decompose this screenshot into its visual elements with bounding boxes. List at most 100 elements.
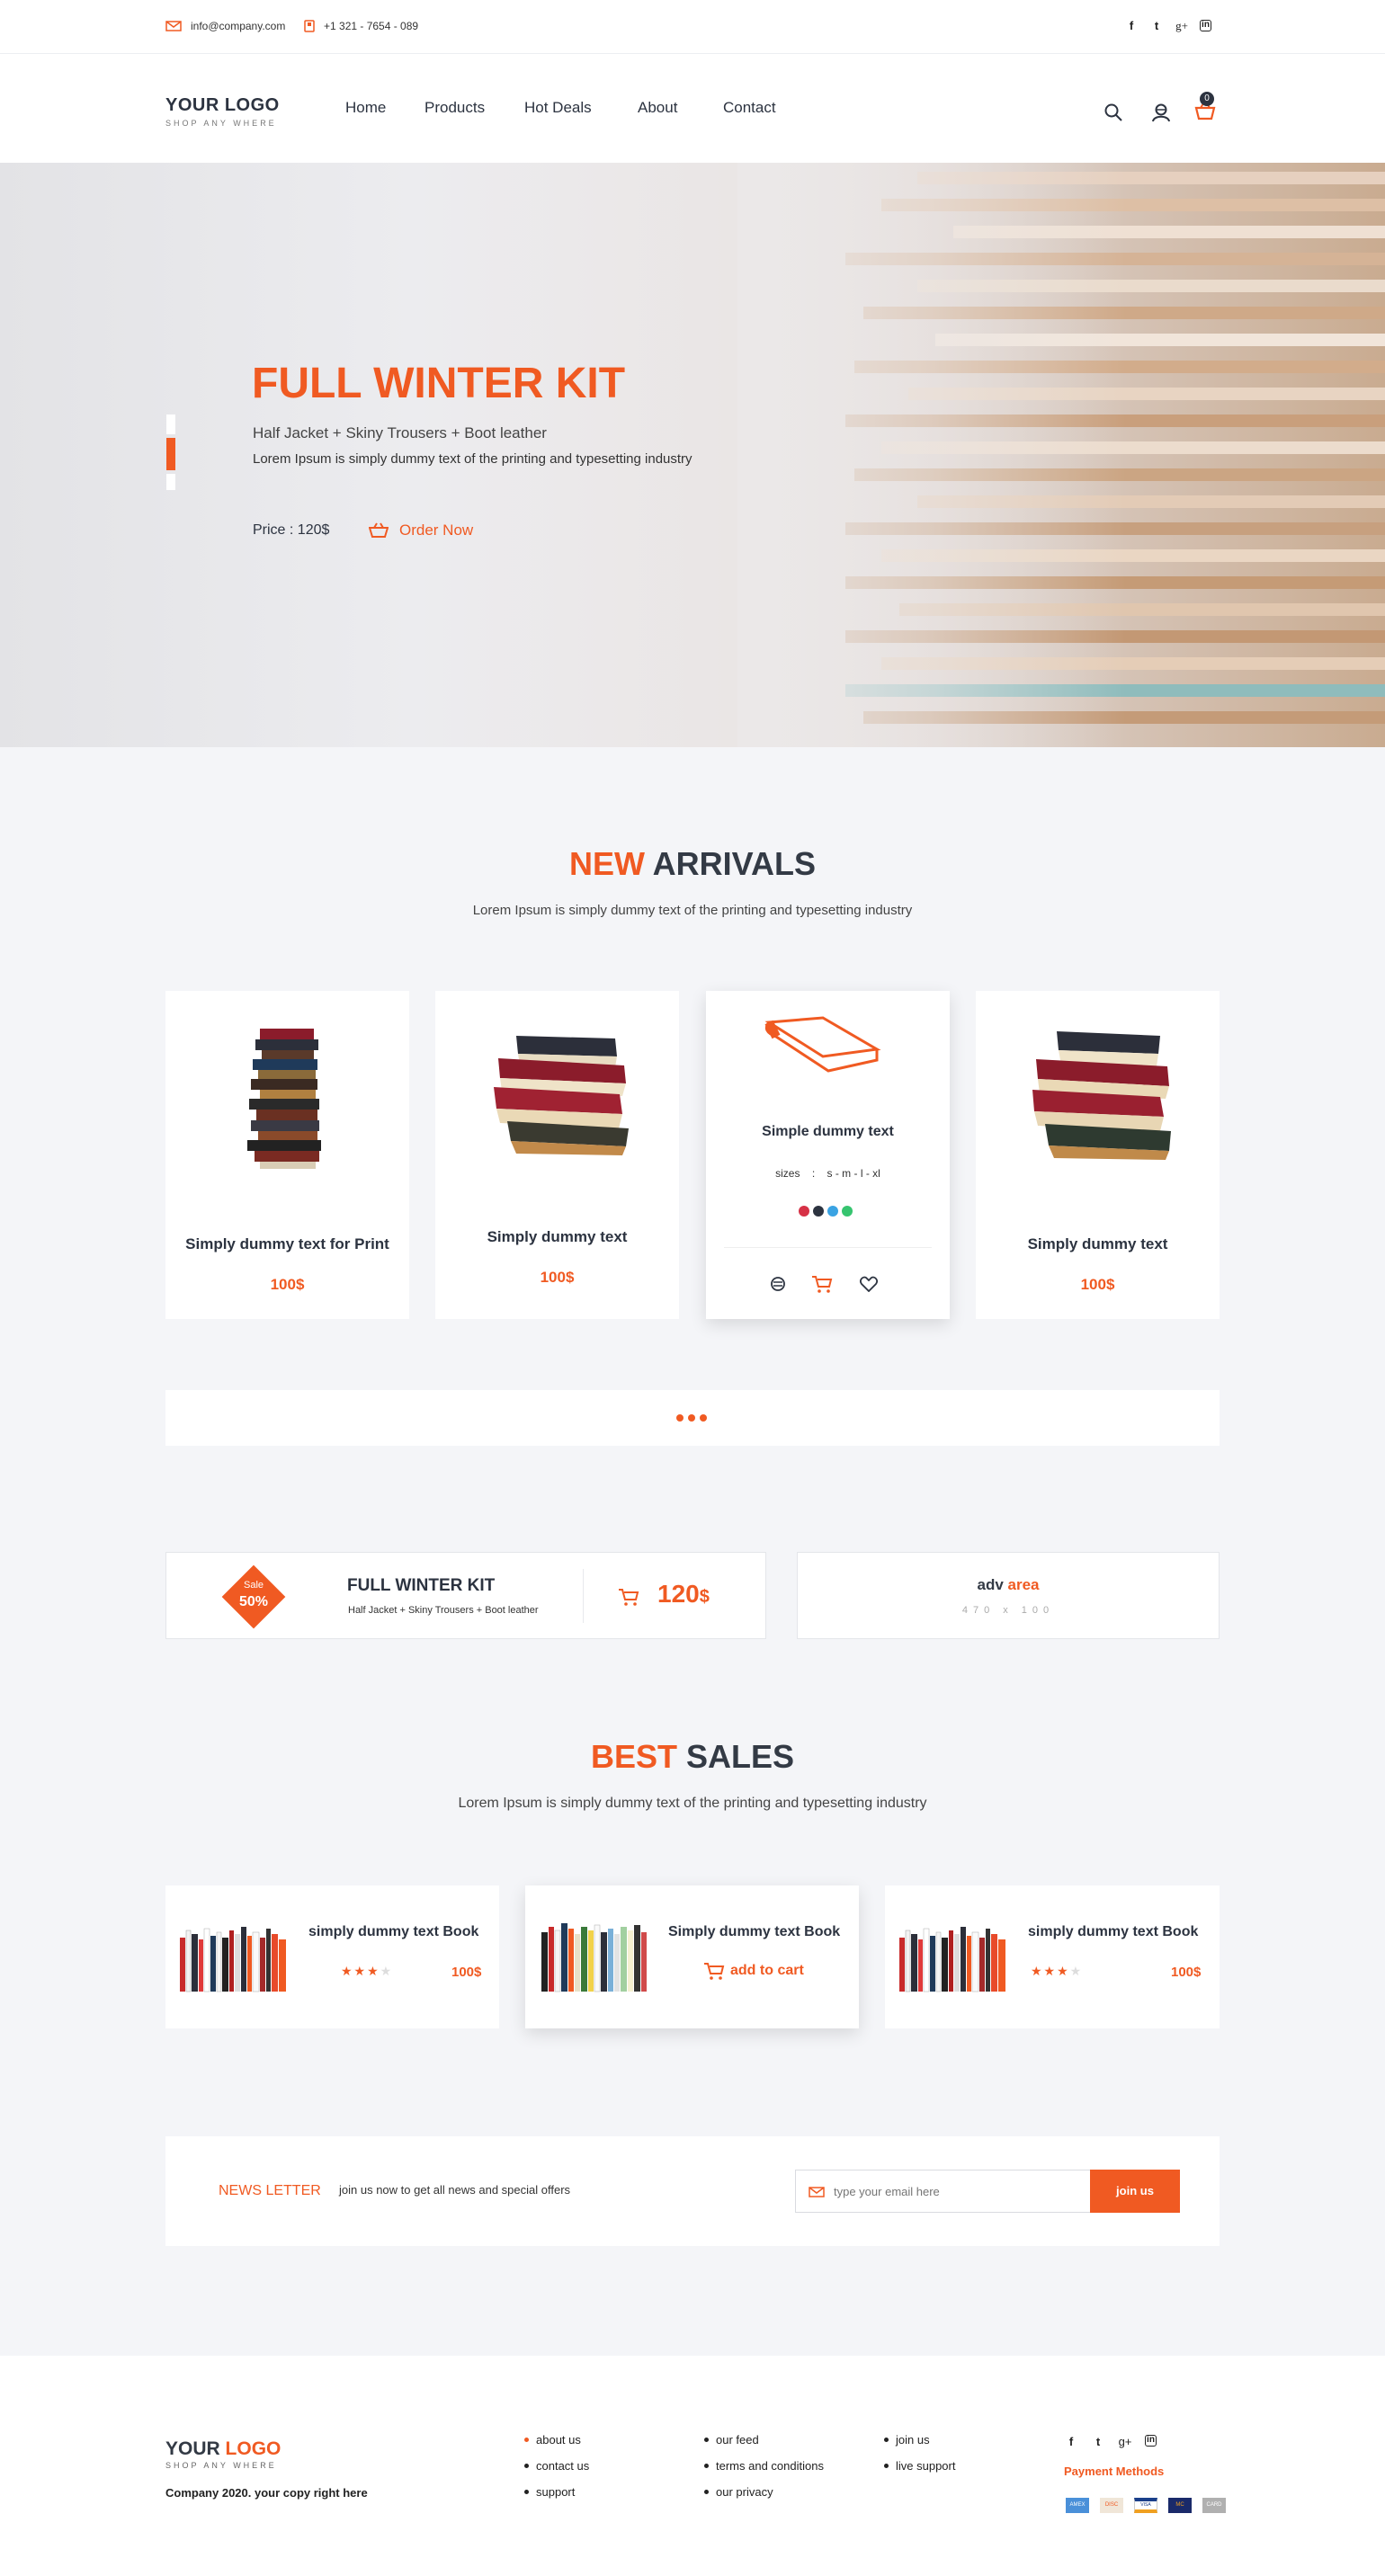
footer-link-text: terms and conditions [716, 2459, 824, 2473]
best-sale-card[interactable]: simply dummy text Book ★★★★ 100$ [885, 1885, 1220, 2028]
color-swatch-green[interactable] [842, 1206, 853, 1217]
google-plus-icon[interactable]: g+ [1118, 2435, 1132, 2448]
email-text: info@company.com [191, 20, 286, 32]
sizes-values[interactable]: s - m - l - xl [827, 1167, 880, 1180]
promo-title: FULL WINTER KIT [347, 1576, 496, 1595]
payment-icons: AMEX DISC VISA MC CARD [1066, 2498, 1226, 2513]
footer-link-text: about us [536, 2433, 581, 2447]
footer-link-text: live support [896, 2459, 956, 2473]
hero-books-image [737, 163, 1385, 747]
logo[interactable]: YOUR LOGO SHOP ANY WHERE [165, 95, 280, 128]
footer-link[interactable]: live support [884, 2459, 955, 2473]
add-to-cart-icon [704, 1963, 725, 1980]
newsletter-text: join us now to get all news and special … [339, 2183, 571, 2197]
new-arrivals-title-rest: ARRIVALS [652, 845, 816, 882]
instagram-icon[interactable]: in [1145, 2435, 1157, 2447]
hero-banner: FULL WINTER KIT Half Jacket + Skiny Trou… [0, 163, 1385, 747]
best-sale-title[interactable]: Simply dummy text Book [668, 1924, 840, 1940]
twitter-icon[interactable]: t [1149, 19, 1164, 33]
contact-phone[interactable]: +1 321 - 7654 - 089 [304, 20, 418, 32]
hero-description: Lorem Ipsum is simply dummy text of the … [253, 451, 692, 467]
heart-icon[interactable] [860, 1276, 878, 1292]
footer-link-text: support [536, 2485, 576, 2499]
newsletter-email-input[interactable] [834, 2179, 1081, 2203]
facebook-icon[interactable]: f [1124, 19, 1139, 33]
hero-title: FULL WINTER KIT [252, 360, 626, 407]
footer-link[interactable]: contact us [524, 2459, 589, 2473]
add-to-cart-icon[interactable] [811, 1274, 833, 1294]
star-rating: ★★★★ [1031, 1964, 1084, 1978]
order-now-label: Order Now [399, 521, 474, 539]
twitter-icon[interactable]: t [1091, 2435, 1105, 2448]
color-swatch-red[interactable] [799, 1206, 809, 1217]
color-swatch-dark[interactable] [813, 1206, 824, 1217]
carousel-pager [165, 1390, 1220, 1446]
product-sizes: sizes : s - m - l - xl [706, 1167, 950, 1180]
nav-home[interactable]: Home [345, 99, 386, 117]
pager-dot[interactable] [676, 1414, 684, 1422]
product-card-active[interactable]: Simple dummy text sizes : s - m - l - xl [706, 991, 950, 1319]
book-stack-tall-image [247, 1029, 321, 1169]
footer-logo[interactable]: YOUR LOGO [165, 2438, 281, 2460]
pager-dot[interactable] [700, 1414, 707, 1422]
product-title[interactable]: Simply dummy text [976, 1235, 1220, 1253]
promo-price-value: 120 [657, 1580, 700, 1608]
compare-icon[interactable] [769, 1275, 787, 1293]
best-sale-card[interactable]: simply dummy text Book ★★★★ 100$ [165, 1885, 499, 2028]
footer-link[interactable]: join us [884, 2433, 955, 2447]
sizes-separator: : [811, 1167, 816, 1180]
footer-link[interactable]: about us [524, 2433, 589, 2447]
book-shelf-image [180, 1927, 286, 1992]
footer-link[interactable]: support [524, 2485, 589, 2499]
product-title[interactable]: Simple dummy text [706, 1124, 950, 1140]
join-us-button[interactable]: join us [1090, 2170, 1180, 2213]
pager-dot[interactable] [688, 1414, 695, 1422]
search-icon[interactable] [1104, 103, 1122, 121]
adv-area[interactable]: adv area 470 x 100 [797, 1552, 1220, 1639]
footer-link-text: our privacy [716, 2485, 773, 2499]
product-price: 100$ [540, 1269, 575, 1286]
cart-icon[interactable] [618, 1587, 639, 1607]
color-swatches [799, 1206, 853, 1217]
footer-link[interactable]: our feed [704, 2433, 824, 2447]
sale-promo-card[interactable]: Sale 50% FULL WINTER KIT Half Jacket + S… [165, 1552, 766, 1639]
newsletter-section: NEWS LETTER join us now to get all news … [165, 2136, 1220, 2246]
product-title[interactable]: Simply dummy text for Print [165, 1235, 409, 1253]
cart-button[interactable]: 0 [1194, 92, 1216, 127]
instagram-icon[interactable]: in [1200, 20, 1211, 31]
footer-link[interactable]: our privacy [704, 2485, 824, 2499]
promo-subtitle: Half Jacket + Skiny Trousers + Boot leat… [348, 1605, 539, 1616]
best-sale-card-active[interactable]: Simply dummy text Book add to cart [525, 1885, 859, 2028]
newsletter-email-field[interactable] [795, 2170, 1091, 2213]
add-to-cart-button[interactable]: add to cart [703, 1961, 804, 1981]
color-swatch-blue[interactable] [827, 1206, 838, 1217]
nav-hot-deals[interactable]: Hot Deals [524, 99, 592, 117]
product-card[interactable]: Simply dummy text for Print 100$ [165, 991, 409, 1319]
user-icon[interactable] [1151, 103, 1171, 122]
contact-email[interactable]: info@company.com [165, 20, 285, 32]
hero-slide-indicator[interactable] [166, 414, 175, 495]
new-arrivals-title: NEW ARRIVALS [0, 845, 1385, 883]
product-card[interactable]: Simply dummy text 100$ [435, 991, 679, 1319]
book-shelf-image [899, 1927, 1005, 1992]
phone-text: +1 321 - 7654 - 089 [324, 20, 419, 32]
product-card[interactable]: Simply dummy text 100$ [976, 991, 1220, 1319]
product-title[interactable]: Simply dummy text [435, 1228, 679, 1246]
sale-badge-value: 50% [238, 1594, 269, 1609]
best-sale-title[interactable]: simply dummy text Book [308, 1924, 478, 1940]
nav-products[interactable]: Products [424, 99, 485, 117]
nav-about[interactable]: About [638, 99, 677, 117]
google-plus-icon[interactable]: g+ [1175, 19, 1189, 33]
mail-icon [809, 2187, 825, 2197]
promo-price-currency: $ [699, 1587, 710, 1607]
best-sale-title[interactable]: simply dummy text Book [1028, 1924, 1198, 1940]
newsletter-label: NEWS LETTER [219, 2183, 321, 2198]
new-arrivals-subtitle: Lorem Ipsum is simply dummy text of the … [472, 903, 913, 918]
logo-title: YOUR LOGO [165, 95, 280, 115]
order-now-button[interactable]: Order Now [369, 521, 473, 539]
nav-contact[interactable]: Contact [723, 99, 776, 117]
footer-link[interactable]: terms and conditions [704, 2459, 824, 2473]
best-sale-price: 100$ [451, 1965, 482, 1980]
adv-title-b: area [1007, 1576, 1040, 1593]
facebook-icon[interactable]: f [1064, 2435, 1078, 2448]
